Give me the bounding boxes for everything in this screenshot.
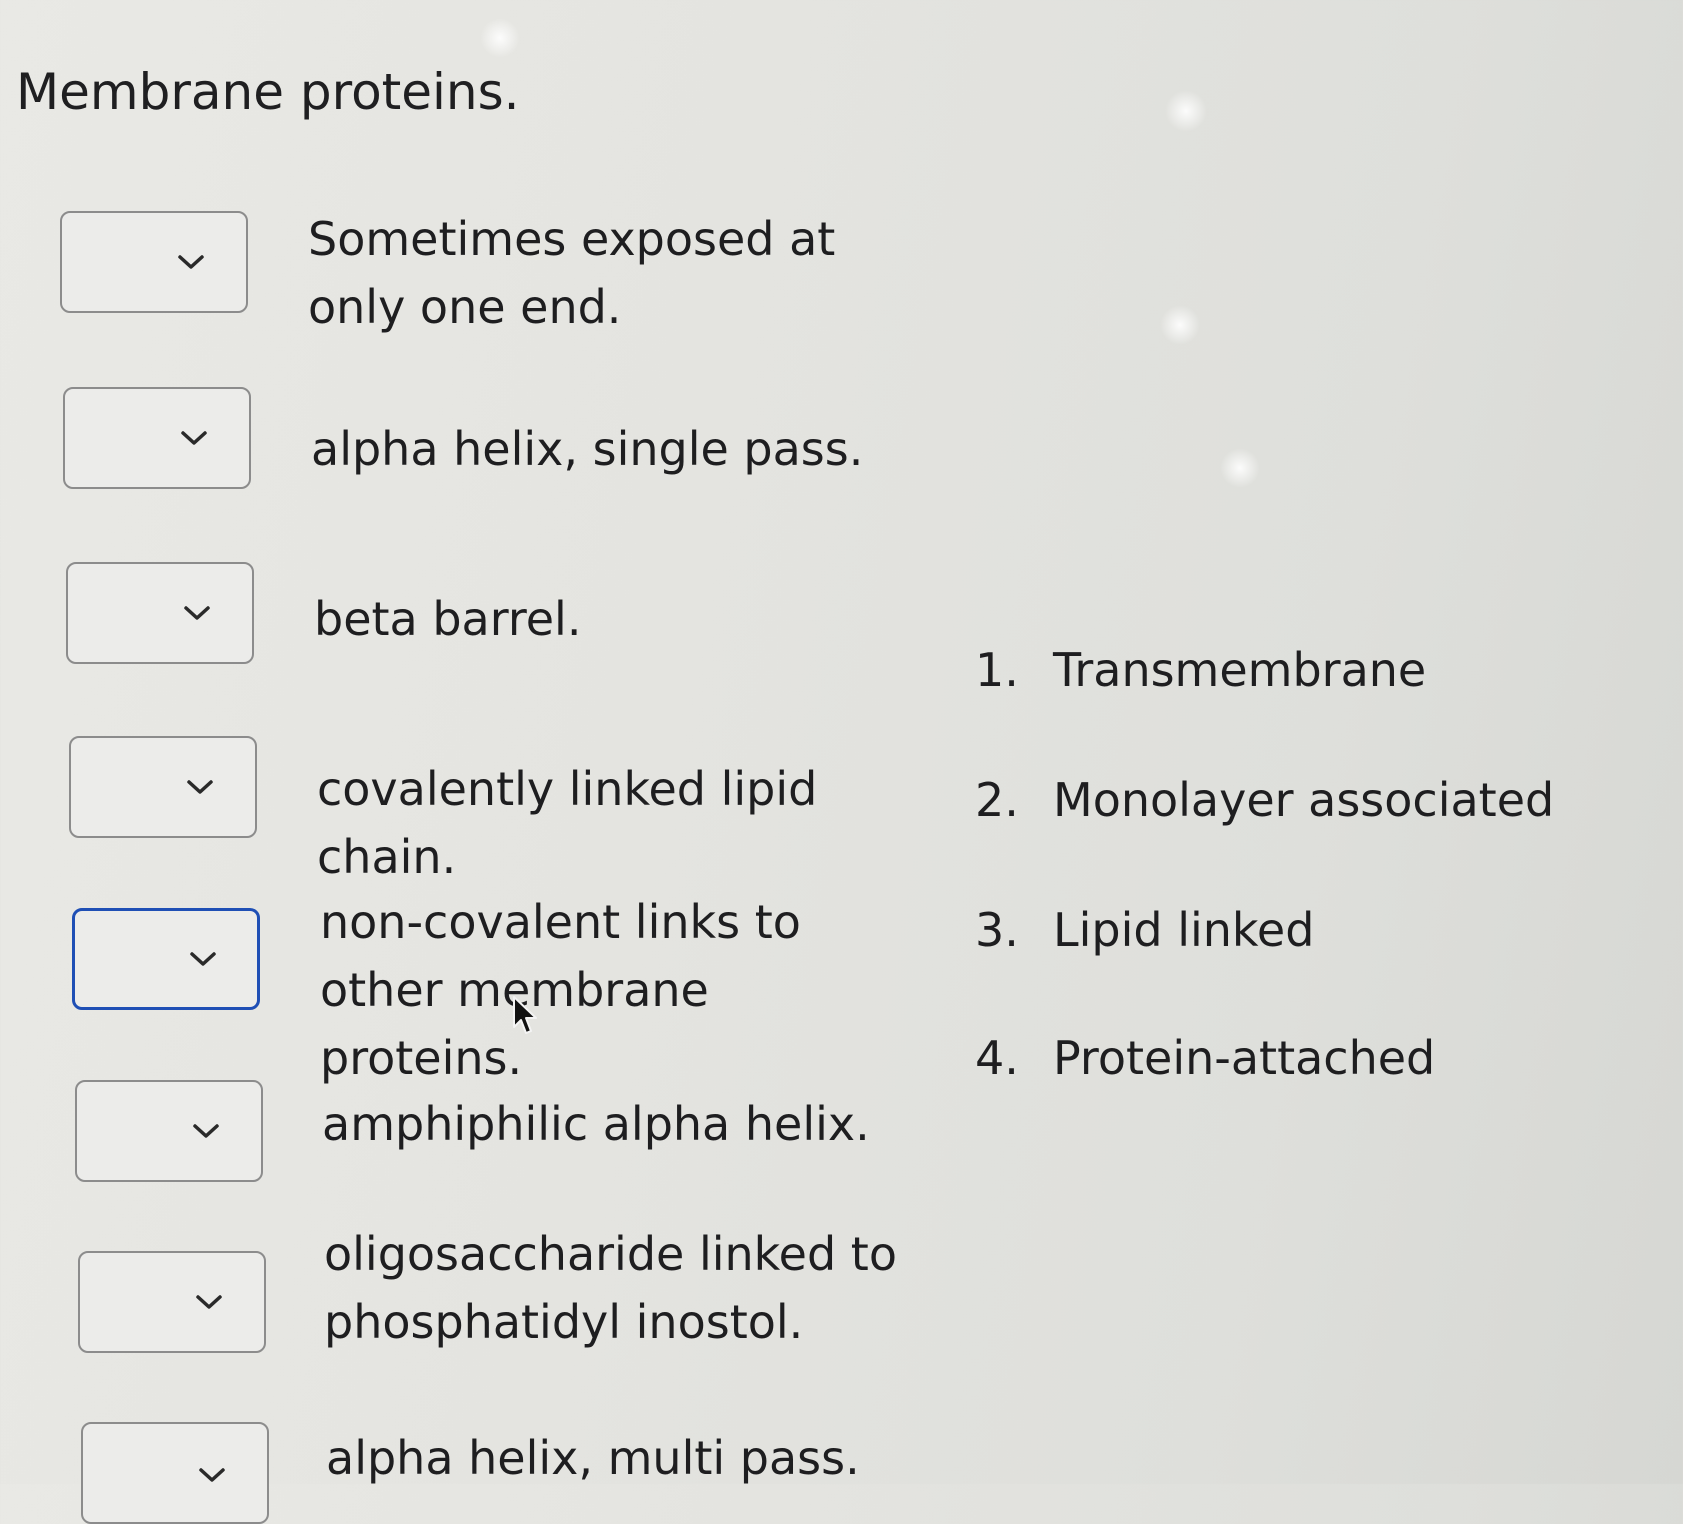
option-number: 4. bbox=[975, 1031, 1019, 1085]
answer-dropdown-5[interactable] bbox=[72, 908, 260, 1010]
item-text: alpha helix, multi pass. bbox=[326, 1431, 860, 1485]
option-number: 3. bbox=[975, 903, 1019, 957]
option-number: 2. bbox=[975, 773, 1019, 827]
chevron-down-icon bbox=[193, 1124, 219, 1138]
chevron-down-icon bbox=[184, 606, 210, 620]
option-item: 2. Monolayer associated bbox=[975, 770, 1554, 830]
chevron-down-icon bbox=[190, 952, 216, 966]
answer-dropdown-3[interactable] bbox=[66, 562, 254, 664]
answer-dropdown-2[interactable] bbox=[63, 387, 251, 489]
chevron-down-icon bbox=[199, 1468, 225, 1482]
item-text: oligosaccharide linked to phosphatidyl i… bbox=[324, 1227, 897, 1349]
answer-dropdown-8[interactable] bbox=[81, 1422, 269, 1524]
answer-dropdown-4[interactable] bbox=[69, 736, 257, 838]
option-label: Protein-attached bbox=[1053, 1031, 1436, 1085]
option-item: 3. Lipid linked bbox=[975, 900, 1314, 960]
answer-dropdown-6[interactable] bbox=[75, 1080, 263, 1182]
option-item: 4. Protein-attached bbox=[975, 1028, 1435, 1088]
option-number: 1. bbox=[975, 643, 1019, 697]
screen-glare bbox=[480, 18, 520, 58]
option-label: Lipid linked bbox=[1053, 903, 1315, 957]
item-text: covalently linked lipid chain. bbox=[317, 762, 818, 884]
screen-glare bbox=[1165, 90, 1207, 132]
chevron-down-icon bbox=[178, 255, 204, 269]
item-text: beta barrel. bbox=[314, 592, 582, 646]
answer-dropdown-7[interactable] bbox=[78, 1251, 266, 1353]
chevron-down-icon bbox=[196, 1295, 222, 1309]
option-label: Monolayer associated bbox=[1053, 773, 1555, 827]
page-title: Membrane proteins. bbox=[16, 63, 520, 121]
item-text: amphiphilic alpha helix. bbox=[322, 1097, 870, 1151]
option-item: 1. Transmembrane bbox=[975, 640, 1426, 700]
item-text: alpha helix, single pass. bbox=[311, 422, 864, 476]
answer-dropdown-1[interactable] bbox=[60, 211, 248, 313]
chevron-down-icon bbox=[187, 780, 213, 794]
item-text: non-covalent links to other membrane pro… bbox=[320, 895, 801, 1085]
option-label: Transmembrane bbox=[1053, 643, 1427, 697]
screen-glare bbox=[1220, 448, 1260, 488]
chevron-down-icon bbox=[181, 431, 207, 445]
mouse-pointer-icon bbox=[513, 996, 537, 1034]
screen-glare bbox=[1160, 305, 1200, 345]
item-text: Sometimes exposed at only one end. bbox=[308, 212, 836, 334]
